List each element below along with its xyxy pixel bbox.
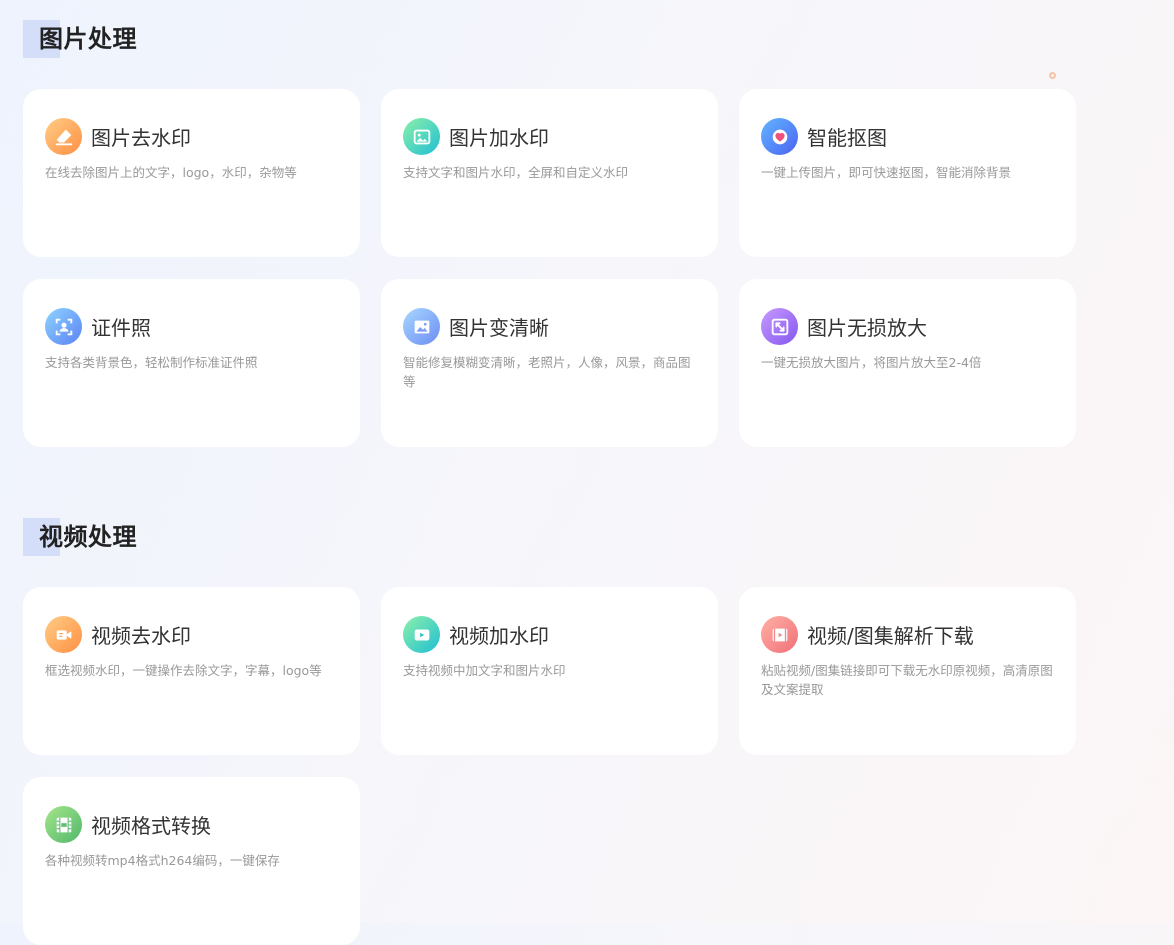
eraser-icon (45, 118, 82, 155)
tool-card-image-remove-watermark[interactable]: 图片去水印 在线去除图片上的文字，logo，水印，杂物等 (23, 89, 360, 257)
card-description: 支持各类背景色，轻松制作标准证件照 (45, 355, 258, 370)
tool-card-image-enhance[interactable]: 图片变清晰 智能修复模糊变清晰，老照片，人像，风景，商品图等 (381, 279, 718, 447)
tool-card-smart-cutout[interactable]: 智能抠图 一键上传图片，即可快速抠图，智能消除背景 (739, 89, 1076, 257)
card-title: 视频/图集解析下载 (807, 624, 974, 648)
tool-grid: 视频去水印 框选视频水印，一键操作去除文字，字幕，logo等 视频加水印 支持视… (23, 587, 1076, 945)
section-header: 图片处理 (23, 20, 1076, 58)
mp4-film-icon (45, 806, 82, 843)
video-processing-section: 视频处理 视频去水印 框选视频水印，一键操作去除文字，字幕，logo等 视频加水… (23, 518, 1076, 945)
upscale-icon (761, 308, 798, 345)
card-description: 粘贴视频/图集链接即可下载无水印原视频，高清原图及文案提取 (761, 663, 1053, 697)
card-description: 各种视频转mp4格式h264编码，一键保存 (45, 853, 280, 868)
film-download-icon (761, 616, 798, 653)
image-watermark-icon (403, 118, 440, 155)
card-title: 视频加水印 (449, 624, 549, 648)
tool-card-lossless-upscale[interactable]: 图片无损放大 一键无损放大图片，将图片放大至2-4倍 (739, 279, 1076, 447)
tool-card-image-add-watermark[interactable]: 图片加水印 支持文字和图片水印，全屏和自定义水印 (381, 89, 718, 257)
tool-card-id-photo[interactable]: 证件照 支持各类背景色，轻松制作标准证件照 (23, 279, 360, 447)
card-title: 图片去水印 (91, 126, 191, 150)
cutout-icon (761, 118, 798, 155)
card-description: 智能修复模糊变清晰，老照片，人像，风景，商品图等 (403, 355, 691, 389)
image-processing-section: 图片处理 图片去水印 在线去除图片上的文字，logo，水印，杂物等 图片加水印 … (23, 20, 1076, 450)
card-title: 视频去水印 (91, 624, 191, 648)
section-header: 视频处理 (23, 518, 1076, 556)
enhance-image-icon (403, 308, 440, 345)
section-title: 视频处理 (39, 523, 137, 551)
id-photo-icon (45, 308, 82, 345)
video-camera-icon (45, 616, 82, 653)
card-title: 图片加水印 (449, 126, 549, 150)
tool-card-video-remove-watermark[interactable]: 视频去水印 框选视频水印，一键操作去除文字，字幕，logo等 (23, 587, 360, 755)
video-play-icon (403, 616, 440, 653)
card-title: 图片变清晰 (449, 316, 549, 340)
card-title: 视频格式转换 (91, 814, 211, 838)
card-description: 支持视频中加文字和图片水印 (403, 663, 566, 678)
tool-card-video-parse-download[interactable]: 视频/图集解析下载 粘贴视频/图集链接即可下载无水印原视频，高清原图及文案提取 (739, 587, 1076, 755)
card-title: 智能抠图 (807, 126, 887, 150)
tool-card-video-format-convert[interactable]: 视频格式转换 各种视频转mp4格式h264编码，一键保存 (23, 777, 360, 945)
tool-card-video-add-watermark[interactable]: 视频加水印 支持视频中加文字和图片水印 (381, 587, 718, 755)
card-description: 一键上传图片，即可快速抠图，智能消除背景 (761, 165, 1012, 180)
tool-grid: 图片去水印 在线去除图片上的文字，logo，水印，杂物等 图片加水印 支持文字和… (23, 89, 1076, 447)
card-description: 支持文字和图片水印，全屏和自定义水印 (403, 165, 629, 180)
section-title: 图片处理 (39, 25, 137, 53)
card-description: 框选视频水印，一键操作去除文字，字幕，logo等 (45, 663, 322, 678)
card-title: 证件照 (91, 316, 151, 340)
card-description: 一键无损放大图片，将图片放大至2-4倍 (761, 355, 982, 370)
card-title: 图片无损放大 (807, 316, 927, 340)
card-description: 在线去除图片上的文字，logo，水印，杂物等 (45, 165, 297, 180)
